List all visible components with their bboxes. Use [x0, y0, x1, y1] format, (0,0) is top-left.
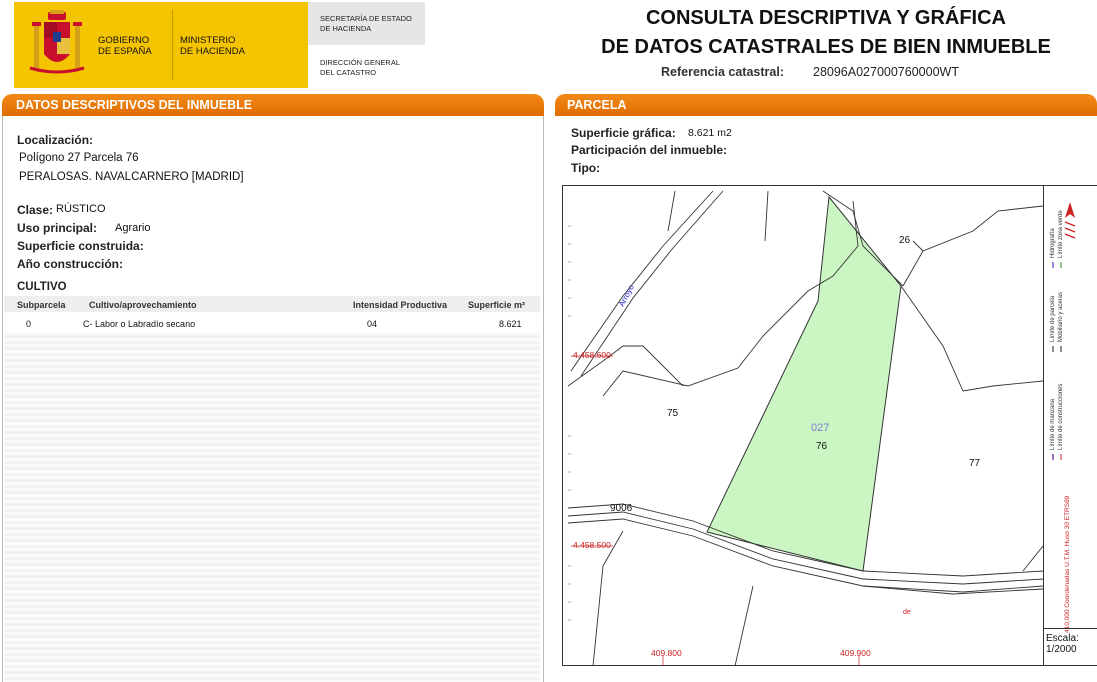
anio-construccion-label: Año construcción:	[17, 257, 124, 271]
td-superficie: 8.621	[499, 319, 522, 329]
coords-note: 410,000 Coordenadas U.T.M. Huso 30 ETRS8…	[1064, 495, 1071, 633]
logo-divider	[172, 10, 173, 80]
clase-label: Clase:	[17, 203, 54, 217]
localizacion-line2: PERALOSAS. NAVALCARNERO [MADRID]	[19, 171, 244, 183]
td-cultivo: C- Labor o Labradío secano	[83, 319, 196, 329]
parcel-76-shape	[706, 195, 902, 572]
x-tick-409800: 409.800	[651, 648, 682, 658]
section-header-parcela: PARCELA	[555, 94, 1097, 116]
localizacion-label: Localización:	[17, 133, 94, 147]
direccion-text: DIRECCIÓN GENERAL DEL CATASTRO	[320, 58, 401, 77]
secretaria-text: SECRETARÍA DE ESTADO DE HACIENDA	[320, 14, 412, 33]
map-legend: Límite de parcela Mobiliario y aceras Hi…	[1043, 186, 1097, 666]
ref-label: Referencia catastral:	[661, 65, 784, 79]
td-intensidad: 04	[367, 319, 378, 329]
parcel-label-75: 75	[667, 408, 679, 419]
map-tick-marks	[568, 225, 571, 621]
ref-value: 28096A027000760000WT	[813, 65, 959, 79]
parcel-label-76: 76	[816, 441, 828, 452]
map-drawing	[567, 190, 1043, 666]
y-tick-4458500: 4.458.500	[573, 540, 611, 550]
tipo-label: Tipo:	[571, 161, 601, 175]
th-cultivo: Cultivo/aprovechamiento	[89, 300, 197, 310]
secretaria-block: SECRETARÍA DE ESTADO DE HACIENDA	[308, 2, 425, 45]
road-label-9006: 9006	[610, 503, 633, 514]
parcel-label-027: 027	[811, 422, 830, 434]
cadastral-map[interactable]: 26 75 027 76 77 9006 Arroyo de 4.458.600…	[562, 185, 1097, 666]
parcel-label-26: 26	[899, 235, 911, 246]
gobierno-text: GOBIERNO DE ESPAÑA	[98, 35, 152, 57]
clase-value: RÚSTICO	[56, 203, 106, 215]
scale-label: Escala:	[1046, 633, 1079, 644]
th-superficie: Superficie m²	[468, 300, 526, 310]
th-subparcela: Subparcela	[17, 300, 66, 310]
scale-box: Escala: 1/2000	[1044, 628, 1097, 666]
table-empty-area	[4, 332, 540, 682]
th-intensidad: Intensidad Productiva	[353, 300, 448, 310]
gobierno-logo-block: GOBIERNO DE ESPAÑA MINISTERIO DE HACIEND…	[14, 2, 308, 88]
superficie-construida-label: Superficie construida:	[17, 239, 144, 253]
page-title: CONSULTA DESCRIPTIVA Y GRÁFICA DE DATOS …	[601, 7, 1051, 58]
section-header-datos: DATOS DESCRIPTIVOS DEL INMUEBLE	[2, 94, 544, 116]
participacion-label: Participación del inmueble:	[571, 143, 728, 157]
coat-of-arms-icon	[29, 10, 85, 74]
de-label: de	[903, 609, 911, 616]
cultivo-title: CULTIVO	[17, 281, 67, 293]
parcel-label-77: 77	[969, 458, 981, 469]
localizacion-line1: Polígono 27 Parcela 76	[19, 152, 139, 164]
ministerio-text: MINISTERIO DE HACIENDA	[180, 35, 245, 57]
uso-value: Agrario	[115, 222, 151, 234]
superficie-grafica-label: Superficie gráfica:	[571, 126, 676, 140]
referencia-catastral: Referencia catastral: 28096A027000760000…	[661, 65, 959, 79]
y-tick-4458600: 4.458.600	[573, 350, 611, 360]
uso-label: Uso principal:	[17, 221, 98, 235]
superficie-grafica-value: 8.621 m2	[688, 127, 732, 139]
scale-value: 1/2000	[1046, 644, 1077, 655]
x-tick-409900: 409.900	[840, 648, 871, 658]
td-subparcela: 0	[26, 319, 32, 329]
cultivo-table-header	[4, 296, 540, 312]
